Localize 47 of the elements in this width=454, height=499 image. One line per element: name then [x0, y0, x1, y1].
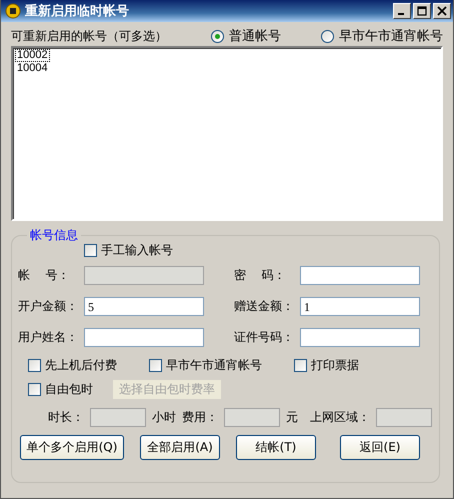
checkbox-label: 打印票据 — [311, 356, 359, 374]
checkbox[interactable] — [84, 244, 97, 257]
checkbox-label: 手工输入帐号 — [101, 242, 173, 259]
field-label: 赠送金额： — [234, 298, 295, 315]
account-list[interactable]: 10002 10004 — [11, 46, 443, 221]
maximize-icon — [417, 6, 427, 16]
checkbox[interactable] — [28, 382, 41, 396]
push-button[interactable]: 结帐(T) — [236, 435, 316, 460]
field-label: 密 码： — [234, 267, 286, 284]
list-item[interactable]: 10002 — [15, 49, 50, 62]
field-label: 时长： — [48, 408, 84, 426]
list-label: 可重新启用的帐号（可多选） — [11, 28, 168, 44]
field-label: 上网区域： — [310, 408, 370, 426]
app-icon — [5, 3, 21, 19]
checkbox[interactable] — [294, 358, 307, 372]
radio-button[interactable] — [211, 30, 224, 42]
field-label: 证件号码： — [234, 329, 295, 346]
unit-label: 元 — [286, 408, 298, 426]
input-field[interactable]: 1 — [300, 297, 420, 316]
field-label: 开户金额： — [18, 298, 79, 315]
minimize-button[interactable] — [393, 3, 411, 19]
radio-button[interactable] — [321, 30, 334, 42]
push-button[interactable]: 全部启用(A) — [140, 435, 220, 460]
radio-label: 普通帐号 — [229, 28, 281, 45]
field-label: 用户姓名： — [18, 329, 79, 346]
field-label: 帐 号： — [18, 267, 70, 284]
maximize-button[interactable] — [413, 3, 431, 19]
input-field[interactable] — [300, 328, 420, 347]
unit-label: 小时 — [152, 408, 176, 426]
checkbox-label: 自由包时 — [45, 380, 93, 398]
minimize-icon — [398, 13, 404, 15]
window-title: 重新启用临时帐号 — [25, 2, 130, 20]
input-field[interactable] — [84, 328, 204, 347]
group-title: 帐号信息 — [27, 227, 81, 244]
close-button[interactable] — [433, 3, 451, 19]
push-button[interactable]: 返回(E) — [340, 435, 420, 460]
input-field[interactable] — [300, 266, 420, 285]
field-label: 费用： — [182, 408, 218, 426]
push-button[interactable]: 单个多个启用(Q) — [20, 435, 124, 460]
checkbox-label: 早市午市通宵帐号 — [166, 356, 262, 374]
checkbox-label: 先上机后付费 — [45, 356, 117, 374]
list-item[interactable]: 10004 — [15, 62, 50, 75]
checkbox[interactable] — [149, 358, 162, 372]
close-icon — [437, 6, 447, 16]
checkbox[interactable] — [28, 358, 41, 372]
radio-label: 早市午市通宵帐号 — [339, 28, 443, 45]
input-field[interactable]: 5 — [84, 297, 204, 316]
